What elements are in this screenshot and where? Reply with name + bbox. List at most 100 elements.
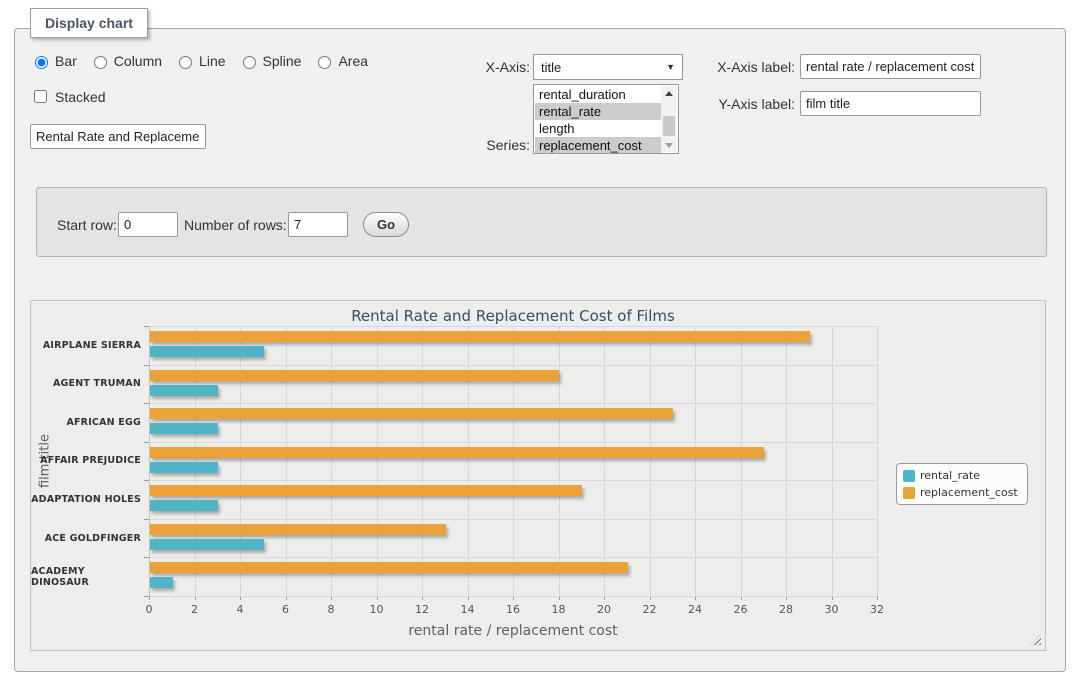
chart-title-input[interactable] xyxy=(30,124,206,149)
x-tick-label: 16 xyxy=(506,603,520,616)
bar-rental_rate[interactable] xyxy=(150,500,218,511)
bar-rental_rate[interactable] xyxy=(150,346,264,357)
bar-replacement_cost[interactable] xyxy=(150,331,810,342)
x-tick-label: 12 xyxy=(415,603,429,616)
x-tick-label: 2 xyxy=(191,603,198,616)
legend-item-replacement_cost[interactable]: replacement_cost xyxy=(903,486,1018,499)
chart-type-area[interactable]: Area xyxy=(313,53,368,69)
row-controls-panel: Start row: Number of rows: Go xyxy=(36,187,1047,257)
x-tick-label: 6 xyxy=(282,603,289,616)
chart-type-radio-label: Spline xyxy=(263,53,302,69)
gridline xyxy=(377,326,378,596)
chart-type-radio-bar[interactable] xyxy=(35,56,48,69)
bar-replacement_cost[interactable] xyxy=(150,370,559,381)
y-axis-tick xyxy=(144,596,149,597)
scroll-up-icon[interactable] xyxy=(661,86,677,100)
x-axis-tick xyxy=(877,596,878,600)
x-tick-label: 24 xyxy=(688,603,702,616)
chart-type-radio-area[interactable] xyxy=(318,56,331,69)
x-axis-label-input[interactable] xyxy=(800,54,981,79)
gridline xyxy=(240,326,241,596)
chart-type-radio-label: Column xyxy=(114,53,162,69)
num-rows-input[interactable] xyxy=(288,212,348,237)
x-axis-label-label: X-Axis label: xyxy=(705,59,795,75)
bar-rental_rate[interactable] xyxy=(150,385,218,396)
gridline xyxy=(149,365,877,366)
bar-replacement_cost[interactable] xyxy=(150,524,446,535)
gridline xyxy=(559,326,560,596)
category-label: AIRPLANE SIERRA xyxy=(31,326,141,365)
y-axis-tick xyxy=(144,557,149,558)
fieldset-legend: Display chart xyxy=(30,8,148,38)
chart-container: Rental Rate and Replacement Cost of Film… xyxy=(30,300,1046,651)
bar-rental_rate[interactable] xyxy=(150,539,264,550)
x-tick-label: 30 xyxy=(825,603,839,616)
bar-rental_rate[interactable] xyxy=(150,462,218,473)
chart-type-radio-line[interactable] xyxy=(179,56,192,69)
series-list[interactable]: rental_durationrental_ratelengthreplacem… xyxy=(533,84,679,154)
y-axis-tick xyxy=(144,519,149,520)
gridline xyxy=(650,326,651,596)
scrollbar-thumb[interactable] xyxy=(663,116,675,136)
x-tick-label: 22 xyxy=(643,603,657,616)
series-list-label: Series: xyxy=(455,137,530,153)
bar-replacement_cost[interactable] xyxy=(150,485,582,496)
gridline xyxy=(604,326,605,596)
y-axis-tick xyxy=(144,442,149,443)
chart-title: Rental Rate and Replacement Cost of Film… xyxy=(149,307,877,325)
gridline xyxy=(695,326,696,596)
bar-rental_rate[interactable] xyxy=(150,423,218,434)
chart-type-column[interactable]: Column xyxy=(89,53,162,69)
gridline xyxy=(149,596,877,597)
gridline xyxy=(513,326,514,596)
bar-replacement_cost[interactable] xyxy=(150,447,764,458)
legend-item-rental_rate[interactable]: rental_rate xyxy=(903,469,1018,482)
chart-type-spline[interactable]: Spline xyxy=(238,53,302,69)
chart-x-axis-title: rental rate / replacement cost xyxy=(149,623,877,639)
category-label: ADAPTATION HOLES xyxy=(31,480,141,519)
select-dropdown-icon: ▼ xyxy=(666,62,675,72)
stacked-checkbox[interactable] xyxy=(34,90,47,103)
x-tick-label: 26 xyxy=(734,603,748,616)
chart-type-bar[interactable]: Bar xyxy=(30,53,77,69)
y-axis-tick xyxy=(144,480,149,481)
series-option-rental_rate[interactable]: rental_rate xyxy=(535,103,661,120)
x-tick-label: 0 xyxy=(146,603,153,616)
x-tick-label: 28 xyxy=(779,603,793,616)
gridline xyxy=(149,326,877,327)
category-label: AGENT TRUMAN xyxy=(31,365,141,404)
legend-label: replacement_cost xyxy=(920,486,1018,499)
gridline xyxy=(149,442,877,443)
chart-type-line[interactable]: Line xyxy=(174,53,225,69)
start-row-input[interactable] xyxy=(118,212,178,237)
category-label: ACE GOLDFINGER xyxy=(31,519,141,558)
chart-type-radio-label: Area xyxy=(338,53,368,69)
legend-swatch-icon xyxy=(903,487,915,499)
bar-rental_rate[interactable] xyxy=(150,577,173,588)
series-option-replacement_cost[interactable]: replacement_cost xyxy=(535,137,661,154)
y-axis-label-input[interactable] xyxy=(800,91,981,116)
series-option-rental_duration[interactable]: rental_duration xyxy=(535,86,661,103)
bar-replacement_cost[interactable] xyxy=(150,408,673,419)
chart-type-radio-column[interactable] xyxy=(94,56,107,69)
x-axis-selected-value: title xyxy=(541,60,561,75)
category-label: AFFAIR PREJUDICE xyxy=(31,442,141,481)
go-button[interactable]: Go xyxy=(363,212,409,237)
gridline xyxy=(286,326,287,596)
x-tick-label: 20 xyxy=(597,603,611,616)
page: { "panel": { "legend_title": "Display ch… xyxy=(0,0,1081,681)
y-axis-label-label: Y-Axis label: xyxy=(705,96,795,112)
x-tick-label: 18 xyxy=(552,603,566,616)
bar-replacement_cost[interactable] xyxy=(150,562,628,573)
scroll-down-icon[interactable] xyxy=(661,138,677,152)
chart-type-radio-spline[interactable] xyxy=(243,56,256,69)
y-axis-tick xyxy=(144,326,149,327)
x-tick-label: 4 xyxy=(237,603,244,616)
x-axis-select-label: X-Axis: xyxy=(455,59,530,75)
x-axis-select[interactable]: title ▼ xyxy=(533,54,683,80)
gridline xyxy=(786,326,787,596)
chart-type-radio-label: Line xyxy=(199,53,225,69)
series-list-scrollbar[interactable] xyxy=(661,86,677,152)
resize-handle-icon[interactable] xyxy=(1030,634,1041,645)
series-option-length[interactable]: length xyxy=(535,120,661,137)
